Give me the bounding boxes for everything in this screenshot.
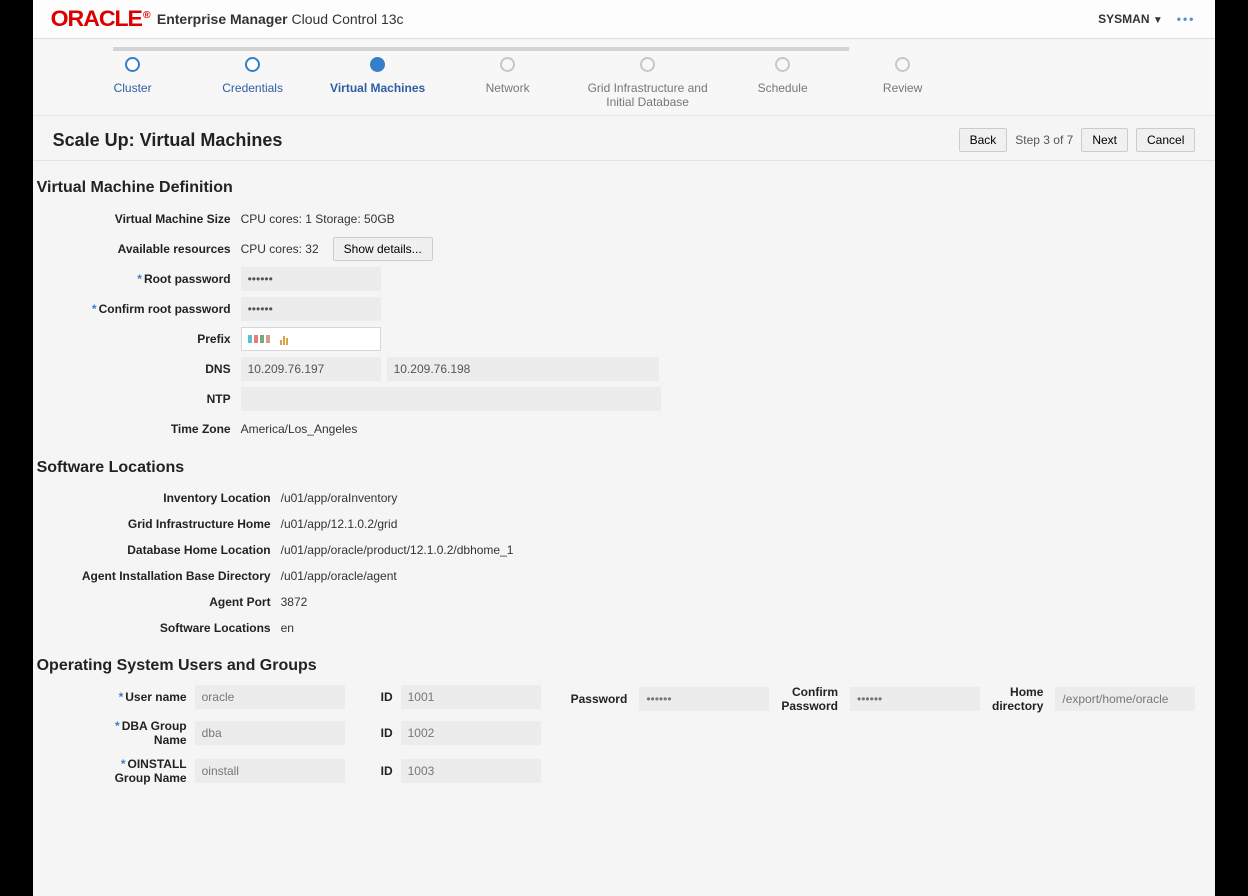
label-available-resources: Available resources xyxy=(37,242,241,256)
password-input[interactable] xyxy=(639,687,769,711)
train-step-label: Virtual Machines xyxy=(313,81,443,95)
root-password-input[interactable] xyxy=(241,267,381,291)
train-step-3: Network xyxy=(443,57,573,109)
label-root-password: Root password xyxy=(144,272,231,286)
home-directory-input[interactable] xyxy=(1055,687,1195,711)
train-step-label: Review xyxy=(843,81,963,95)
label-sw-locations: Software Locations xyxy=(37,621,281,635)
label-user-id: ID xyxy=(353,690,393,704)
label-ntp: NTP xyxy=(37,392,241,406)
cancel-button[interactable]: Cancel xyxy=(1136,128,1195,152)
prefix-input[interactable] xyxy=(241,327,381,351)
value-available-resources: CPU cores: 32 xyxy=(241,242,319,256)
train-step-label: Credentials xyxy=(193,81,313,95)
train-step-4: Grid Infrastructure and Initial Database xyxy=(573,57,723,109)
dns2-input[interactable] xyxy=(387,357,659,381)
value-agent-dir: /u01/app/oracle/agent xyxy=(281,569,397,583)
section-os-users: Operating System Users and Groups xyxy=(37,657,1196,675)
next-button[interactable]: Next xyxy=(1081,128,1128,152)
value-vm-size: CPU cores: 1 Storage: 50GB xyxy=(241,212,1196,226)
show-details-button[interactable]: Show details... xyxy=(333,237,433,261)
dba-group-input[interactable] xyxy=(195,721,345,745)
chart-icon xyxy=(280,334,289,345)
confirm-password-input[interactable] xyxy=(850,687,980,711)
train-step-node xyxy=(500,57,515,72)
label-confirm-password: ConfirmPassword xyxy=(781,685,838,713)
section-vm-definition: Virtual Machine Definition xyxy=(37,179,1196,197)
value-inventory-location: /u01/app/oraInventory xyxy=(281,491,398,505)
train-step-node xyxy=(370,57,385,72)
train-step-1[interactable]: Credentials xyxy=(193,57,313,109)
user-menu[interactable]: SYSMAN ▼ xyxy=(1098,12,1163,26)
label-oinstall-id: ID xyxy=(353,764,393,778)
train-step-label: Schedule xyxy=(723,81,843,95)
train-step-5: Schedule xyxy=(723,57,843,109)
train-step-2[interactable]: Virtual Machines xyxy=(313,57,443,109)
label-grid-home: Grid Infrastructure Home xyxy=(37,517,281,531)
title-bar: Scale Up: Virtual Machines Back Step 3 o… xyxy=(33,116,1216,161)
train-step-node xyxy=(640,57,655,72)
label-home-directory: Homedirectory xyxy=(992,685,1043,713)
train-step-label: Cluster xyxy=(73,81,193,95)
label-timezone: Time Zone xyxy=(37,422,241,436)
value-agent-port: 3872 xyxy=(281,595,308,609)
wizard-train: ClusterCredentialsVirtual MachinesNetwor… xyxy=(33,39,1216,116)
train-step-label: Grid Infrastructure and Initial Database xyxy=(578,81,718,109)
page-title: Scale Up: Virtual Machines xyxy=(53,130,283,151)
label-confirm-root-password: Confirm root password xyxy=(99,302,231,316)
label-dns: DNS xyxy=(37,362,241,376)
section-software-locations: Software Locations xyxy=(37,459,1196,477)
train-step-node xyxy=(125,57,140,72)
value-db-home: /u01/app/oracle/product/12.1.0.2/dbhome_… xyxy=(281,543,514,557)
oracle-logo: ORACLE® xyxy=(50,6,149,32)
product-title: Enterprise Manager Cloud Control 13c xyxy=(157,11,404,27)
step-indicator: Step 3 of 7 xyxy=(1015,133,1073,147)
ntp-input[interactable] xyxy=(241,387,661,411)
train-step-0[interactable]: Cluster xyxy=(73,57,193,109)
confirm-root-password-input[interactable] xyxy=(241,297,381,321)
label-agent-dir: Agent Installation Base Directory xyxy=(37,569,281,583)
label-agent-port: Agent Port xyxy=(37,595,281,609)
more-menu-icon[interactable]: ••• xyxy=(1177,12,1196,26)
train-step-node xyxy=(775,57,790,72)
user-id-input[interactable] xyxy=(401,685,541,709)
label-inventory-location: Inventory Location xyxy=(37,491,281,505)
train-step-node xyxy=(245,57,260,72)
train-step-node xyxy=(895,57,910,72)
dns1-input[interactable] xyxy=(241,357,381,381)
train-step-6: Review xyxy=(843,57,963,109)
username-input[interactable] xyxy=(195,685,345,709)
dba-id-input[interactable] xyxy=(401,721,541,745)
label-dba-group: DBA GroupName xyxy=(122,719,187,747)
back-button[interactable]: Back xyxy=(959,128,1008,152)
label-dba-id: ID xyxy=(353,726,393,740)
oinstall-group-input[interactable] xyxy=(195,759,345,783)
label-prefix: Prefix xyxy=(37,332,241,346)
value-timezone: America/Los_Angeles xyxy=(241,422,1196,436)
label-vm-size: Virtual Machine Size xyxy=(37,212,241,226)
label-username: User name xyxy=(125,690,186,704)
train-step-label: Network xyxy=(443,81,573,95)
label-db-home: Database Home Location xyxy=(37,543,281,557)
value-grid-home: /u01/app/12.1.0.2/grid xyxy=(281,517,398,531)
label-password: Password xyxy=(571,692,628,706)
app-header: ORACLE® Enterprise Manager Cloud Control… xyxy=(33,0,1216,39)
value-sw-locations: en xyxy=(281,621,294,635)
oinstall-id-input[interactable] xyxy=(401,759,541,783)
